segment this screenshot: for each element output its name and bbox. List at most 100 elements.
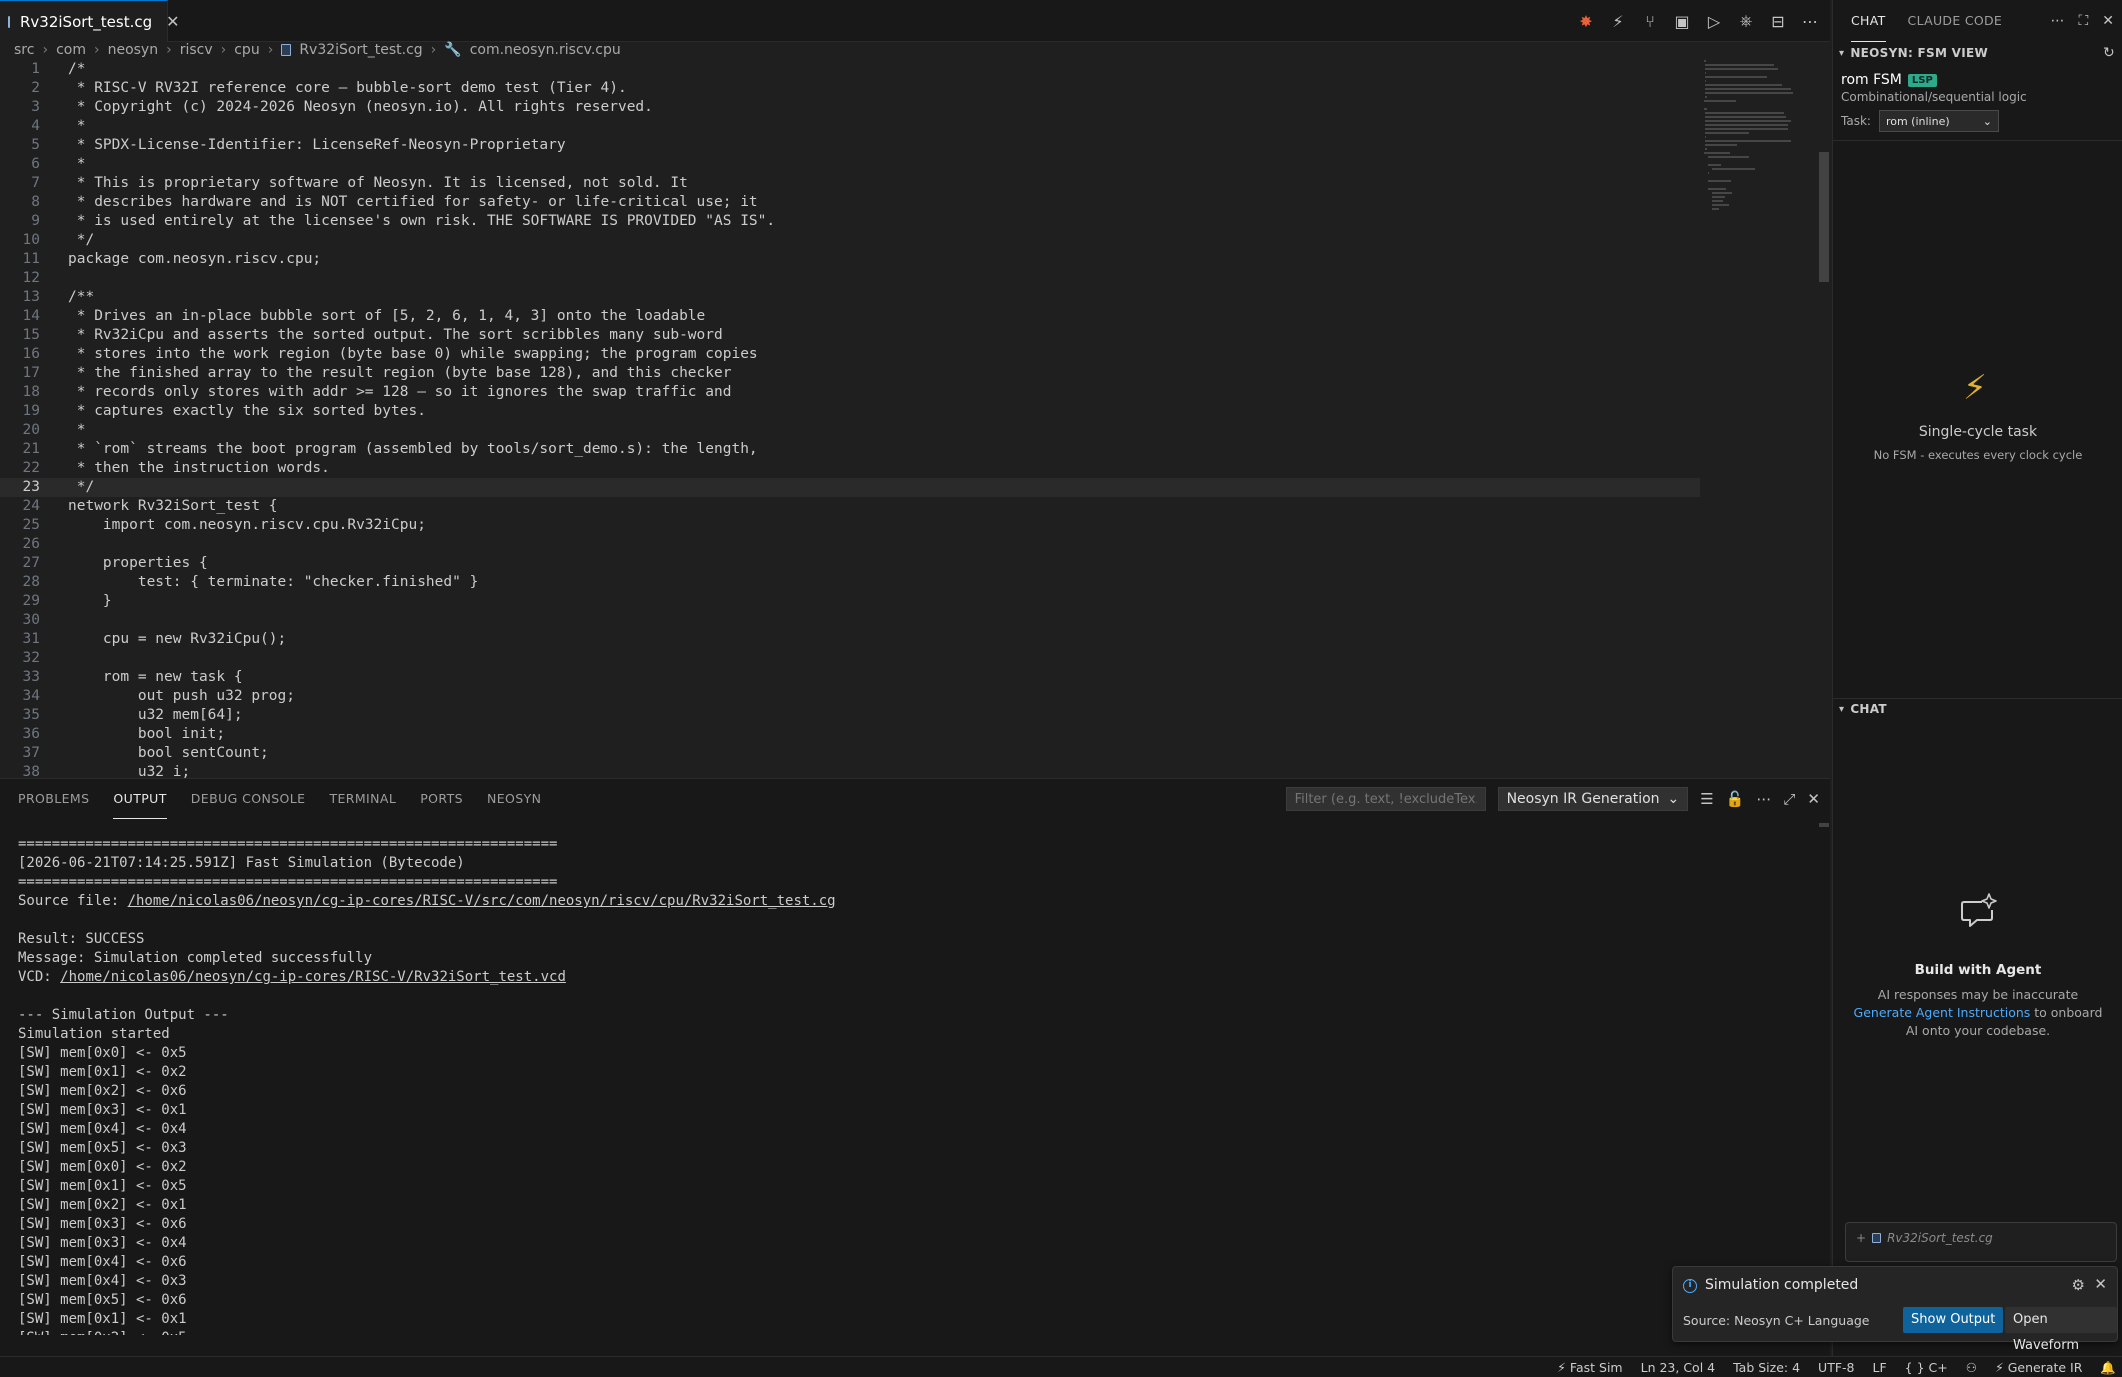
code-line[interactable]: 20 * — [0, 421, 1700, 440]
breadcrumb-item[interactable]: Rv32iSort_test.cg — [299, 42, 422, 58]
encoding[interactable]: UTF-8 — [1818, 1360, 1854, 1375]
tab-neosyn[interactable]: NEOSYN — [487, 779, 541, 819]
code-line[interactable]: 7 * This is proprietary software of Neos… — [0, 174, 1700, 193]
chat-section-header[interactable]: ▾ CHAT — [1833, 698, 2122, 720]
vcd-file-link[interactable]: /home/nicolas06/neosyn/cg-ip-cores/RISC-… — [60, 969, 566, 985]
scrollbar-thumb[interactable] — [1819, 823, 1829, 827]
code-line[interactable]: 16 * stores into the work region (byte b… — [0, 345, 1700, 364]
breadcrumb-item[interactable]: src — [14, 42, 34, 58]
task-select[interactable]: rom (inline) ⌄ — [1878, 110, 1999, 132]
code-line[interactable]: 12 — [0, 269, 1700, 288]
copilot-icon[interactable]: ⚇ — [1966, 1360, 1977, 1375]
code-line[interactable]: 31 cpu = new Rv32iCpu(); — [0, 630, 1700, 649]
fsm-view-section-header[interactable]: ▾ NEOSYN: FSM VIEW ↻ — [1833, 42, 2122, 64]
generate-agent-instructions-link[interactable]: Generate Agent Instructions — [1854, 1005, 2031, 1020]
code-line[interactable]: 26 — [0, 535, 1700, 554]
code-line[interactable]: 19 * captures exactly the six sorted byt… — [0, 402, 1700, 421]
chat-input[interactable]: + Rv32iSort_test.cg — [1845, 1222, 2117, 1262]
code-line[interactable]: 21 * `rom` streams the boot program (ass… — [0, 440, 1700, 459]
maximize-panel-icon[interactable]: ⤢ — [1783, 790, 1795, 808]
code-line[interactable]: 35 u32 mem[64]; — [0, 706, 1700, 725]
code-line[interactable]: 17 * the finished array to the result re… — [0, 364, 1700, 383]
code-line[interactable]: 2 * RISC-V RV32I reference core — bubble… — [0, 79, 1700, 98]
show-output-button[interactable]: Show Output — [1903, 1307, 2004, 1333]
bell-icon[interactable]: 🔔 — [2100, 1360, 2116, 1376]
code-line[interactable]: 24 network Rv32iSort_test { — [0, 497, 1700, 516]
code-line[interactable]: 36 bool init; — [0, 725, 1700, 744]
split-editor-icon[interactable]: ⊟ — [1768, 12, 1788, 31]
lock-scroll-icon[interactable]: 🔓 — [1726, 790, 1745, 808]
breadcrumb-item[interactable]: riscv — [180, 42, 213, 58]
code-line[interactable]: 25 import com.neosyn.riscv.cpu.Rv32iCpu; — [0, 516, 1700, 535]
claude-icon[interactable]: ✸ — [1576, 12, 1596, 31]
generate-ir-status[interactable]: ⚡ Generate IR — [1995, 1360, 2082, 1375]
code-line[interactable]: 38 u32 i; — [0, 763, 1700, 778]
source-file-link[interactable]: /home/nicolas06/neosyn/cg-ip-cores/RISC-… — [128, 893, 836, 909]
code-line[interactable]: 1 /* — [0, 60, 1700, 79]
bolt-icon[interactable]: ⚡ — [1608, 12, 1628, 31]
language-mode[interactable]: { } C+ — [1905, 1360, 1948, 1375]
tab-ports[interactable]: PORTS — [420, 779, 463, 819]
graph-icon[interactable]: ⑂ — [1640, 12, 1660, 31]
tab-debug-console[interactable]: DEBUG CONSOLE — [191, 779, 306, 819]
maximize-icon[interactable]: ⛶ — [2078, 13, 2088, 29]
tab-output[interactable]: OUTPUT — [113, 779, 167, 819]
code-line[interactable]: 22 * then the instruction words. — [0, 459, 1700, 478]
output-filter-input[interactable] — [1285, 787, 1486, 811]
cursor-position[interactable]: Ln 23, Col 4 — [1641, 1360, 1716, 1375]
debug-icon[interactable]: ⎈ — [1736, 11, 1756, 31]
editor-scrollbar[interactable] — [1818, 60, 1830, 778]
more-actions-icon[interactable]: ⋯ — [2050, 13, 2064, 29]
breadcrumb-item[interactable]: cpu — [234, 42, 259, 58]
code-line[interactable]: 33 rom = new task { — [0, 668, 1700, 687]
code-line[interactable]: 4 * — [0, 117, 1700, 136]
code-line[interactable]: 28 test: { terminate: "checker.finished"… — [0, 573, 1700, 592]
more-actions-icon[interactable]: ⋯ — [1756, 790, 1771, 808]
close-icon[interactable]: ✕ — [2094, 1275, 2107, 1293]
code-line[interactable]: 11 package com.neosyn.riscv.cpu; — [0, 250, 1700, 269]
tab-problems[interactable]: PROBLEMS — [18, 779, 89, 819]
tab-chat[interactable]: CHAT — [1851, 0, 1886, 42]
clear-output-icon[interactable]: ☰ — [1700, 790, 1713, 808]
open-waveform-button[interactable]: Open Waveform — [2005, 1307, 2117, 1353]
code-line[interactable]: 32 — [0, 649, 1700, 668]
scrollbar-thumb[interactable] — [1819, 152, 1829, 282]
output-view[interactable]: ========================================… — [18, 835, 1798, 1335]
code-line[interactable]: 23 */ — [0, 478, 1700, 497]
tab-close-icon[interactable]: ✕ — [166, 12, 179, 31]
code-line[interactable]: 5 * SPDX-License-Identifier: LicenseRef-… — [0, 136, 1700, 155]
output-channel-select[interactable]: Neosyn IR Generation ⌄ — [1497, 787, 1689, 811]
code-editor[interactable]: 1 /* 2 * RISC-V RV32I reference core — bub… — [0, 60, 1700, 778]
code-line[interactable]: 6 * — [0, 155, 1700, 174]
minimap[interactable] — [1704, 60, 1814, 320]
tab-terminal[interactable]: TERMINAL — [329, 779, 396, 819]
tab-claude-code[interactable]: CLAUDE CODE — [1908, 0, 2003, 42]
code-line[interactable]: 27 properties { — [0, 554, 1700, 573]
add-context-icon[interactable]: + — [1856, 1231, 1866, 1245]
code-line[interactable]: 34 out push u32 prog; — [0, 687, 1700, 706]
code-line[interactable]: 9 * is used entirely at the licensee's o… — [0, 212, 1700, 231]
diagram-icon[interactable]: ▣ — [1672, 12, 1692, 31]
line-ending[interactable]: LF — [1873, 1360, 1887, 1375]
tab-size[interactable]: Tab Size: 4 — [1733, 1360, 1800, 1375]
code-line[interactable]: 13 /** — [0, 288, 1700, 307]
code-line[interactable]: 14 * Drives an in-place bubble sort of [… — [0, 307, 1700, 326]
breadcrumb-item[interactable]: neosyn — [108, 42, 159, 58]
code-line[interactable]: 37 bool sentCount; — [0, 744, 1700, 763]
more-actions-icon[interactable]: ⋯ — [1800, 12, 1820, 31]
breadcrumb-item[interactable]: com.neosyn.riscv.cpu — [470, 42, 621, 58]
fast-sim-status[interactable]: ⚡ Fast Sim — [1557, 1360, 1622, 1375]
chat-attachment[interactable]: + Rv32iSort_test.cg — [1856, 1231, 1993, 1245]
code-line[interactable]: 15 * Rv32iCpu and asserts the sorted out… — [0, 326, 1700, 345]
close-panel-icon[interactable]: ✕ — [1807, 790, 1820, 808]
code-line[interactable]: 29 } — [0, 592, 1700, 611]
code-line[interactable]: 10 */ — [0, 231, 1700, 250]
close-icon[interactable]: ✕ — [2102, 13, 2114, 29]
gear-icon[interactable]: ⚙ — [2072, 1276, 2085, 1294]
editor-tab-rv32isort[interactable]: Rv32iSort_test.cg ✕ — [0, 0, 180, 42]
code-line[interactable]: 30 — [0, 611, 1700, 630]
refresh-icon[interactable]: ↻ — [2103, 45, 2115, 61]
code-line[interactable]: 18 * records only stores with addr >= 12… — [0, 383, 1700, 402]
code-line[interactable]: 8 * describes hardware and is NOT certif… — [0, 193, 1700, 212]
breadcrumb-item[interactable]: com — [56, 42, 86, 58]
